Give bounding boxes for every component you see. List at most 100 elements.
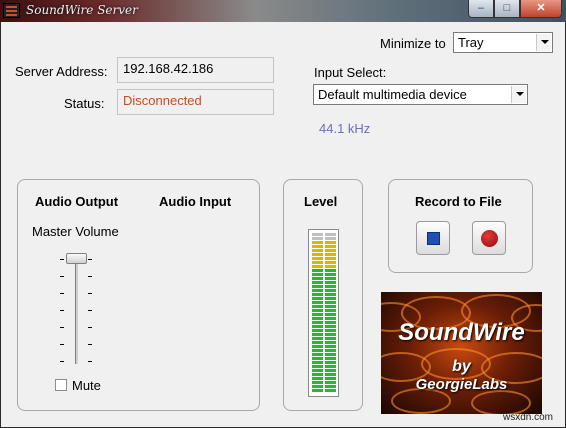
level-segment (325, 289, 336, 292)
level-segment (325, 353, 336, 356)
mute-label: Mute (72, 378, 101, 393)
level-segment (312, 313, 323, 316)
level-segment (325, 269, 336, 272)
level-segment (325, 293, 336, 296)
level-segment (312, 237, 323, 240)
level-segment (325, 361, 336, 364)
level-segment (312, 281, 323, 284)
level-segment (312, 357, 323, 360)
level-segment (312, 385, 323, 388)
level-segment (312, 285, 323, 288)
level-segment (325, 257, 336, 260)
level-segment (325, 337, 336, 340)
watermark: wsxdn.com (502, 412, 553, 423)
maximize-button[interactable]: □ (494, 0, 520, 18)
level-meter (308, 229, 339, 397)
mute-checkbox[interactable] (55, 379, 67, 391)
level-segment (325, 265, 336, 268)
level-segment (325, 369, 336, 372)
level-segment (325, 385, 336, 388)
level-segment (325, 357, 336, 360)
level-segment (312, 309, 323, 312)
input-select-dropdown[interactable]: Default multimedia device (313, 84, 528, 105)
chevron-down-icon[interactable] (511, 86, 526, 103)
level-segment (312, 269, 323, 272)
level-segment (312, 321, 323, 324)
level-segment (325, 245, 336, 248)
minimize-to-select[interactable]: Tray (453, 32, 553, 53)
level-segment (325, 381, 336, 384)
input-select-label: Input Select: (314, 65, 387, 80)
level-segment (325, 325, 336, 328)
audio-output-tab[interactable]: Audio Output (35, 194, 118, 209)
level-heading: Level (304, 194, 338, 209)
level-segment (312, 381, 323, 384)
level-segment (312, 337, 323, 340)
level-segment (312, 365, 323, 368)
level-segment (312, 301, 323, 304)
level-segment (312, 369, 323, 372)
input-select-value: Default multimedia device (318, 87, 467, 102)
level-segment (325, 297, 336, 300)
level-segment (312, 297, 323, 300)
record-heading: Record to File (415, 194, 502, 209)
record-button[interactable] (472, 221, 506, 255)
close-button[interactable]: ✕ (520, 0, 562, 18)
level-segment (325, 261, 336, 264)
logo-by: by (452, 358, 471, 375)
chevron-down-icon[interactable] (536, 34, 551, 51)
level-segment (312, 249, 323, 252)
audio-input-tab[interactable]: Audio Input (159, 194, 231, 209)
title-bar[interactable]: SoundWire Server – □ ✕ (0, 0, 566, 22)
level-segment (325, 309, 336, 312)
level-segment (312, 353, 323, 356)
logo-title: SoundWire (398, 319, 525, 346)
level-segment (312, 293, 323, 296)
level-meter-left (312, 233, 323, 393)
level-segment (325, 373, 336, 376)
level-segment (325, 249, 336, 252)
level-segment (312, 361, 323, 364)
level-segment (325, 341, 336, 344)
minimize-button[interactable]: – (468, 0, 494, 18)
level-segment (312, 373, 323, 376)
sample-rate: 44.1 kHz (319, 121, 371, 136)
level-segment (312, 261, 323, 264)
app-icon[interactable] (3, 3, 20, 18)
level-segment (312, 277, 323, 280)
level-segment (325, 285, 336, 288)
master-volume-slider[interactable] (66, 253, 87, 264)
level-segment (325, 377, 336, 380)
level-segment (325, 237, 336, 240)
level-segment (325, 241, 336, 244)
window-title: SoundWire Server (26, 3, 138, 17)
level-segment (312, 377, 323, 380)
level-segment (312, 305, 323, 308)
master-volume-track[interactable] (75, 260, 78, 364)
level-segment (325, 233, 336, 236)
main-panel: Minimize to Tray Server Address: 192.168… (1, 22, 565, 427)
level-segment (312, 325, 323, 328)
level-segment (325, 345, 336, 348)
level-segment (312, 273, 323, 276)
level-segment (312, 389, 323, 392)
record-icon (481, 230, 498, 247)
level-segment (312, 241, 323, 244)
level-segment (312, 265, 323, 268)
level-segment (325, 277, 336, 280)
level-segment (312, 341, 323, 344)
level-segment (312, 245, 323, 248)
level-segment (312, 329, 323, 332)
level-segment (312, 233, 323, 236)
level-meter-right (325, 233, 336, 393)
stop-icon (427, 232, 440, 245)
level-segment (325, 301, 336, 304)
level-segment (325, 281, 336, 284)
level-segment (325, 305, 336, 308)
level-segment (325, 389, 336, 392)
level-segment (325, 273, 336, 276)
stop-button[interactable] (416, 221, 450, 255)
minimize-to-label: Minimize to (380, 36, 446, 51)
minimize-to-value: Tray (458, 35, 484, 50)
level-segment (325, 329, 336, 332)
